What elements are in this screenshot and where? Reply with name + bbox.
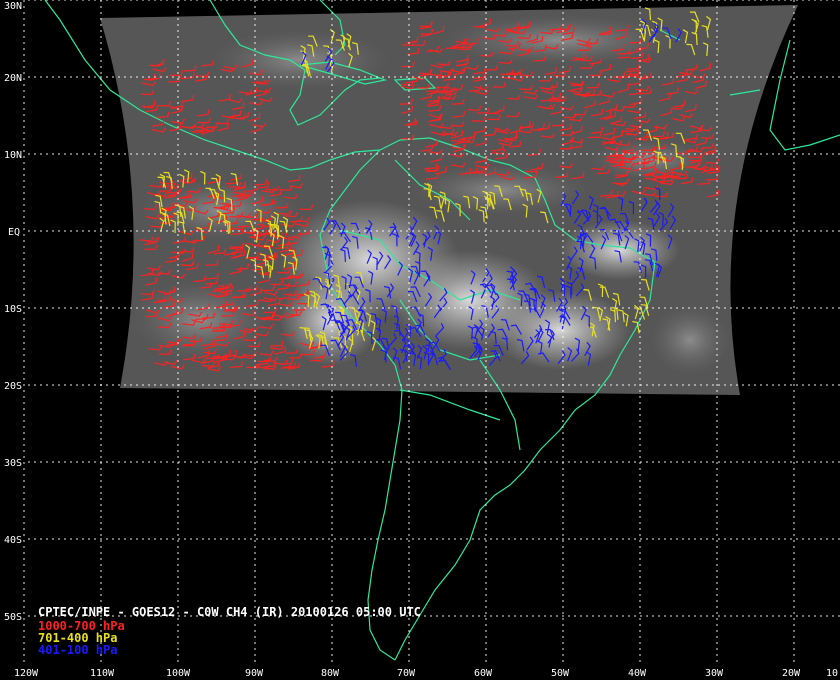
satellite-wind-map: 30N 20N 10N EQ 10S 20S 30S 40S 50S 120W … xyxy=(0,0,840,680)
lat-label: EQ xyxy=(8,227,20,238)
lon-label: 70W xyxy=(397,668,416,679)
lat-label: 20S xyxy=(4,381,22,392)
lon-label: 120W xyxy=(14,668,39,679)
lon-label: 10 xyxy=(826,668,838,679)
lon-label: 90W xyxy=(245,668,264,679)
longitude-labels: 120W 110W 100W 90W 80W 70W 60W 50W 40W 3… xyxy=(14,668,838,679)
lon-label: 60W xyxy=(474,668,493,679)
lat-label: 30N xyxy=(4,1,22,12)
legend-high-level: 401-100 hPa xyxy=(38,643,117,657)
lon-label: 20W xyxy=(782,668,801,679)
lat-label: 10S xyxy=(4,304,22,315)
latitude-labels: 30N 20N 10N EQ 10S 20S 30S 40S 50S xyxy=(4,1,22,623)
lat-label: 10N xyxy=(4,150,22,161)
lon-label: 30W xyxy=(705,668,724,679)
lon-label: 110W xyxy=(90,668,115,679)
africa-coast xyxy=(769,39,840,151)
lat-label: 30S xyxy=(4,458,22,469)
lon-label: 50W xyxy=(551,668,570,679)
lon-label: 80W xyxy=(321,668,340,679)
lat-label: 20N xyxy=(4,73,22,84)
lon-label: 40W xyxy=(628,668,647,679)
caption-title: CPTEC/INPE - GOES12 - C0W CH4 (IR) 20100… xyxy=(38,605,421,619)
lat-label: 40S xyxy=(4,535,22,546)
lat-label: 50S xyxy=(4,612,22,623)
caption: CPTEC/INPE - GOES12 - C0W CH4 (IR) 20100… xyxy=(38,605,421,657)
map-canvas: 30N 20N 10N EQ 10S 20S 30S 40S 50S 120W … xyxy=(4,0,840,679)
lon-label: 100W xyxy=(166,668,191,679)
